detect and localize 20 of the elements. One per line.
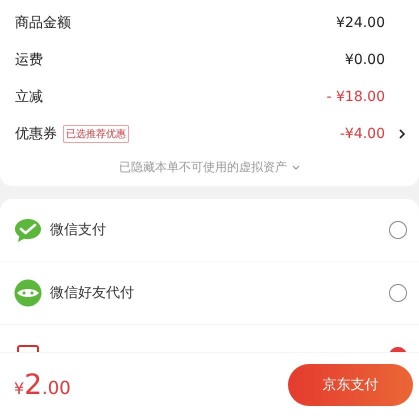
total-price: ¥2.00 <box>14 368 71 401</box>
radio-button[interactable] <box>389 221 407 239</box>
row-label: 运费 <box>15 50 43 68</box>
amount: - ¥18.00 <box>326 88 385 104</box>
amount: ¥24.00 <box>336 14 385 30</box>
payment-option[interactable]: 微信支付 <box>0 199 419 261</box>
pay-button[interactable]: 京东支付 <box>288 364 413 406</box>
payment-option[interactable]: 微信好友代付 <box>0 261 419 324</box>
chevron-right-icon <box>399 128 405 138</box>
amount: ¥0.00 <box>344 52 385 68</box>
coupon-tag: 已选推荐优惠 <box>63 124 129 142</box>
row-label: 商品金额 <box>15 14 71 32</box>
row-label: 优惠券 <box>15 124 57 142</box>
radio-button[interactable] <box>389 284 407 302</box>
friend-pay-icon <box>14 279 42 307</box>
coupon-row[interactable]: 优惠券 已选推荐优惠 -¥4.00 <box>0 115 419 152</box>
chat-bubble-icon <box>14 218 42 242</box>
chevron-down-icon <box>292 164 300 170</box>
row-label: 立减 <box>15 88 43 106</box>
amount: -¥4.00 <box>340 126 385 142</box>
